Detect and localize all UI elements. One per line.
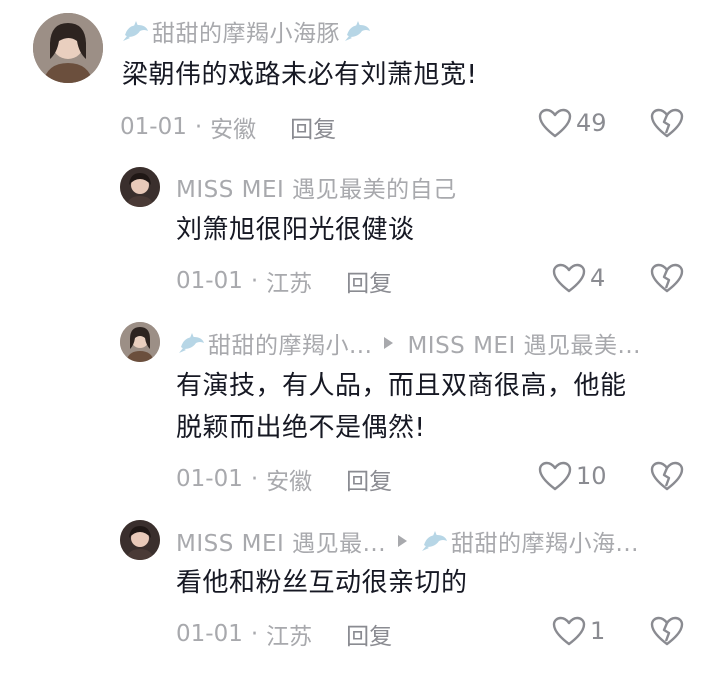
like-count: 4: [590, 264, 606, 292]
like-button[interactable]: 49: [538, 107, 607, 139]
like-button[interactable]: 10: [538, 460, 607, 492]
dislike-button[interactable]: [650, 262, 684, 294]
username[interactable]: MISS MEI 遇见最美的自己: [176, 170, 457, 204]
comment-author-line: MISS MEI 遇见最美的自己: [176, 170, 457, 204]
heart-outline-icon: [552, 616, 586, 646]
triangle-arrow-icon: [398, 535, 408, 547]
dislike-button[interactable]: [650, 460, 684, 492]
reply-button[interactable]: 回复: [346, 264, 392, 298]
heart-outline-icon: [538, 108, 572, 138]
comment-meta: 01-01 · 江苏 回复: [176, 617, 392, 651]
username[interactable]: MISS MEI 遇见最...: [176, 524, 386, 558]
comment-location: 江苏: [266, 624, 313, 650]
heart-outline-icon: [538, 461, 572, 491]
comment-text-line: 脱颖而出绝不是偶然!: [176, 413, 426, 443]
comment-date: 01-01: [176, 621, 243, 647]
avatar[interactable]: [120, 520, 160, 560]
reply-button[interactable]: 回复: [346, 617, 392, 651]
avatar[interactable]: [33, 13, 103, 83]
like-button[interactable]: 1: [552, 615, 605, 647]
dislike-button[interactable]: [650, 615, 684, 647]
username[interactable]: 甜甜的摩羯小海豚: [152, 14, 340, 48]
comment-date: 01-01: [176, 466, 243, 492]
comment-location: 安徽: [210, 117, 257, 143]
comment-text-line: 有演技，有人品，而且双商很高，他能: [176, 371, 627, 401]
comment-text: 梁朝伟的戏路未必有刘萧旭宽!: [122, 60, 478, 90]
comment-meta: 01-01 · 安徽 回复: [176, 462, 392, 496]
comment-location: 江苏: [266, 271, 313, 297]
comment-text: 刘箫旭很阳光很健谈: [176, 215, 415, 245]
dolphin-icon: [178, 331, 206, 355]
comment-date: 01-01: [120, 114, 187, 140]
separator: ·: [194, 114, 203, 140]
triangle-arrow-icon: [384, 337, 394, 349]
like-count: 10: [576, 462, 607, 490]
separator: ·: [250, 621, 259, 647]
like-button[interactable]: 4: [552, 262, 605, 294]
heart-outline-icon: [552, 263, 586, 293]
username[interactable]: 甜甜的摩羯小...: [208, 326, 372, 360]
comment-location: 安徽: [266, 469, 313, 495]
dislike-button[interactable]: [650, 107, 684, 139]
comment-meta: 01-01 · 安徽 回复: [120, 110, 336, 144]
avatar[interactable]: [120, 167, 160, 207]
dolphin-icon: [344, 19, 372, 43]
reply-to-username[interactable]: MISS MEI 遇见最美...: [407, 326, 641, 360]
like-count: 1: [590, 617, 606, 645]
separator: ·: [250, 268, 259, 294]
comment-text: 看他和粉丝互动很亲切的: [176, 568, 468, 598]
like-count: 49: [576, 109, 607, 137]
reply-button[interactable]: 回复: [346, 462, 392, 496]
comment-author-line: MISS MEI 遇见最... 甜甜的摩羯小海...: [176, 524, 639, 558]
dolphin-icon: [122, 19, 150, 43]
reply-to-username[interactable]: 甜甜的摩羯小海...: [451, 524, 639, 558]
broken-heart-icon: [650, 263, 684, 293]
broken-heart-icon: [650, 616, 684, 646]
comment-author-line: 甜甜的摩羯小... MISS MEI 遇见最美...: [178, 326, 641, 360]
broken-heart-icon: [650, 461, 684, 491]
dolphin-icon: [421, 529, 449, 553]
avatar[interactable]: [120, 322, 160, 362]
separator: ·: [250, 466, 259, 492]
broken-heart-icon: [650, 108, 684, 138]
comment-text: 有演技，有人品，而且双商很高，他能 脱颖而出绝不是偶然!: [176, 365, 627, 449]
comment-author-line: 甜甜的摩羯小海豚: [122, 14, 374, 48]
comment-meta: 01-01 · 江苏 回复: [176, 264, 392, 298]
reply-button[interactable]: 回复: [290, 110, 336, 144]
comment-date: 01-01: [176, 268, 243, 294]
